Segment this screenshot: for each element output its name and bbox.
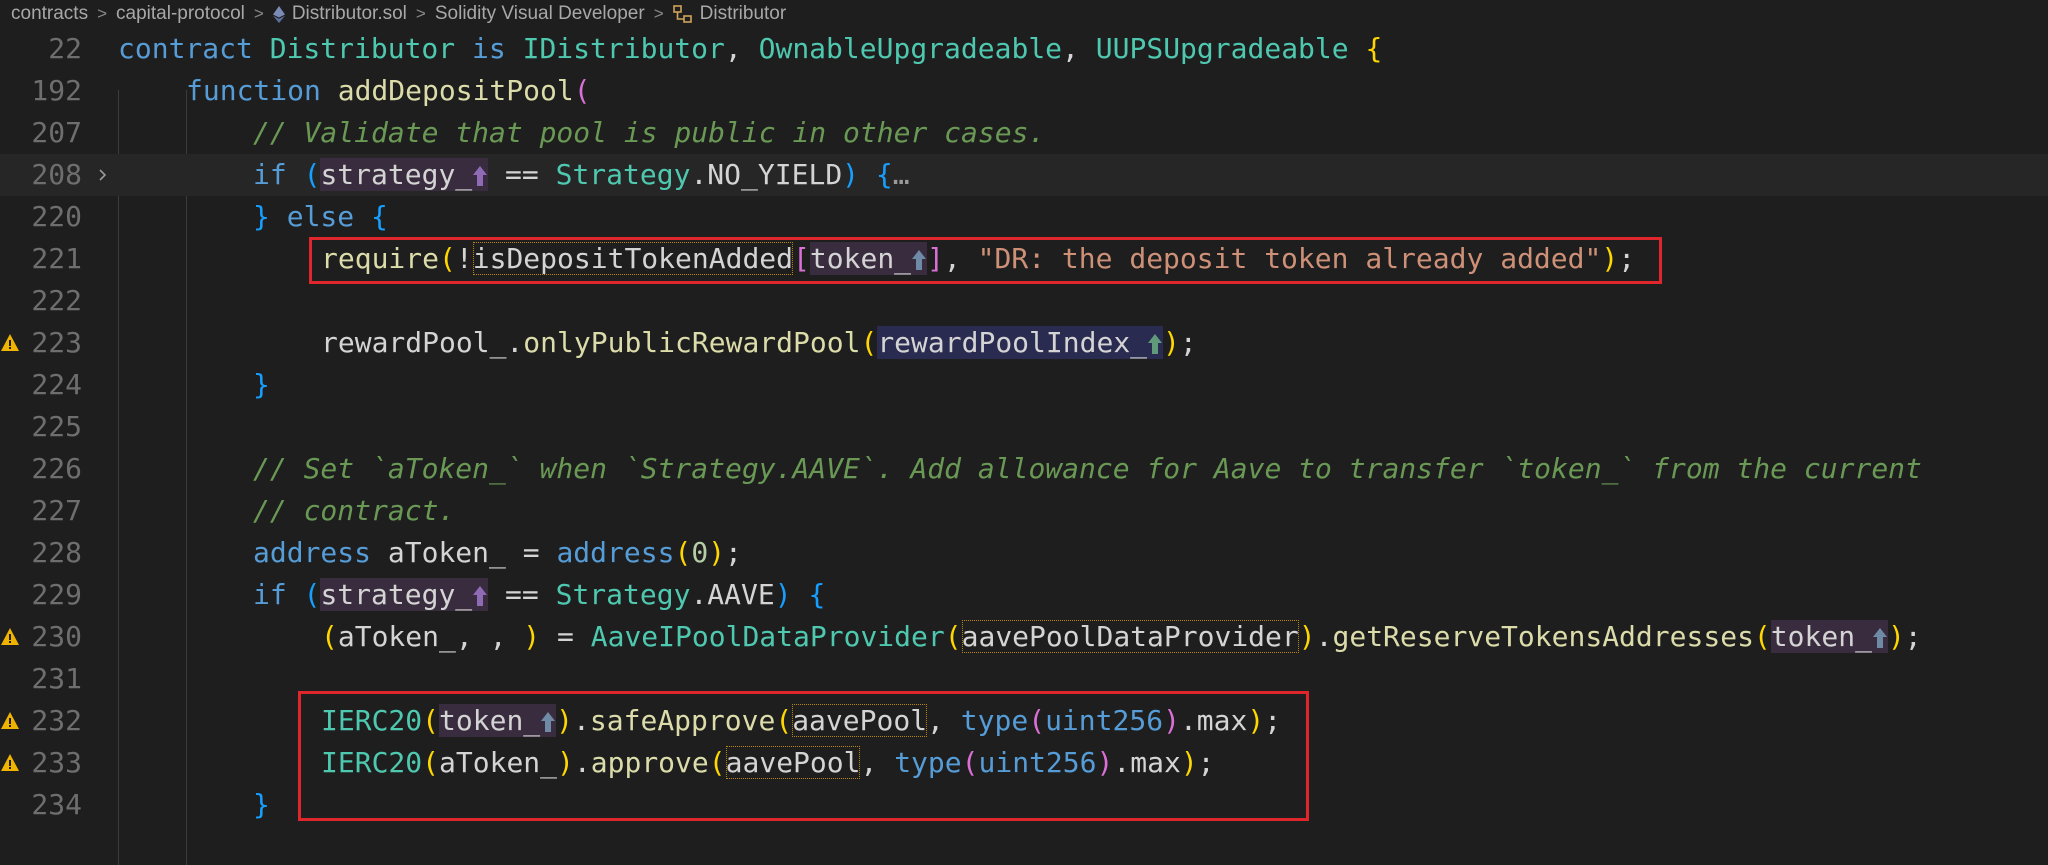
code-text: } else {: [253, 200, 388, 233]
code-line[interactable]: 229 if (strategy_ == Strategy.AAVE) {: [0, 574, 2048, 616]
line-number: 228: [31, 536, 82, 569]
code-text: (aToken_, , ) = AaveIPoolDataProvider(aa…: [321, 620, 1922, 653]
code-comment: // Validate that pool is public in other…: [253, 116, 1046, 149]
breadcrumb-item-capital-protocol[interactable]: capital-protocol: [116, 3, 245, 25]
line-number: 220: [31, 200, 82, 233]
up-arrow-icon: [1148, 334, 1163, 354]
breadcrumb-item-outline[interactable]: Solidity Visual Developer: [435, 3, 645, 25]
breadcrumb-separator: >: [415, 4, 426, 23]
line-number: 223: [31, 326, 82, 359]
code-line[interactable]: 223 rewardPool_.onlyPublicRewardPool(rew…: [0, 322, 2048, 364]
code-line[interactable]: 226 // Set `aToken_` when `Strategy.AAVE…: [0, 448, 2048, 490]
line-number: 234: [31, 788, 82, 821]
breadcrumb-item-file[interactable]: Distributor.sol: [292, 3, 407, 25]
line-number: 192: [31, 74, 82, 107]
line-number: 233: [31, 746, 82, 779]
highlight-box-require: [309, 237, 1662, 284]
class-symbol-icon: [672, 5, 693, 23]
code-line[interactable]: 227 // contract.: [0, 490, 2048, 532]
line-number: 225: [31, 410, 82, 443]
breadcrumb-separator: >: [253, 4, 264, 23]
code-text: if (strategy_ == Strategy.AAVE) {: [253, 578, 826, 611]
code-comment: // Set `aToken_` when `Strategy.AAVE`. A…: [253, 452, 1922, 485]
breadcrumb-item-contracts[interactable]: contracts: [11, 3, 88, 25]
line-number: 226: [31, 452, 82, 485]
code-line[interactable]: 225: [0, 406, 2048, 448]
breadcrumb-item-contract[interactable]: Distributor: [700, 3, 787, 25]
line-number: 230: [31, 620, 82, 653]
line-number: 227: [31, 494, 82, 527]
breadcrumb: contracts > capital-protocol > Distribut…: [0, 0, 2048, 28]
code-comment: // contract.: [253, 494, 456, 527]
line-number: 231: [31, 662, 82, 695]
code-line[interactable]: 224 }: [0, 364, 2048, 406]
code-line[interactable]: 220 } else {: [0, 196, 2048, 238]
code-text: address aToken_ = address(0);: [253, 536, 742, 569]
line-number: 221: [31, 242, 82, 275]
code-line[interactable]: 222: [0, 280, 2048, 322]
code-text: }: [253, 368, 270, 401]
code-text: contract Distributor is IDistributor, Ow…: [118, 32, 1383, 65]
code-line[interactable]: 230 (aToken_, , ) = AaveIPoolDataProvide…: [0, 616, 2048, 658]
line-number: 224: [31, 368, 82, 401]
line-number: 208: [31, 158, 82, 191]
up-arrow-icon: [1872, 628, 1887, 648]
highlight-box-approve: [298, 691, 1309, 821]
line-number: 22: [48, 32, 82, 65]
code-text: }: [253, 788, 270, 821]
code-line[interactable]: 22 contract Distributor is IDistributor,…: [0, 28, 2048, 70]
line-number: 222: [31, 284, 82, 317]
up-arrow-icon: [473, 586, 488, 606]
code-line[interactable]: 192 function addDepositPool(: [0, 70, 2048, 112]
chevron-right-icon[interactable]: [95, 167, 111, 183]
code-line-current[interactable]: 208 if (strategy_ == Strategy.NO_YIELD) …: [0, 154, 2048, 196]
code-editor[interactable]: 22 contract Distributor is IDistributor,…: [0, 28, 2048, 865]
up-arrow-icon: [473, 166, 488, 186]
code-text: rewardPool_.onlyPublicRewardPool(rewardP…: [321, 326, 1197, 359]
code-line[interactable]: 228 address aToken_ = address(0);: [0, 532, 2048, 574]
line-number: 232: [31, 704, 82, 737]
breadcrumb-separator: >: [97, 4, 108, 23]
line-number: 207: [31, 116, 82, 149]
code-text: if (strategy_ == Strategy.NO_YIELD) {…: [253, 158, 910, 191]
breadcrumb-separator: >: [653, 4, 664, 23]
code-text: function addDepositPool(: [186, 74, 591, 107]
ethereum-diamond-icon: [272, 5, 285, 23]
code-line[interactable]: 207 // Validate that pool is public in o…: [0, 112, 2048, 154]
line-number: 229: [31, 578, 82, 611]
